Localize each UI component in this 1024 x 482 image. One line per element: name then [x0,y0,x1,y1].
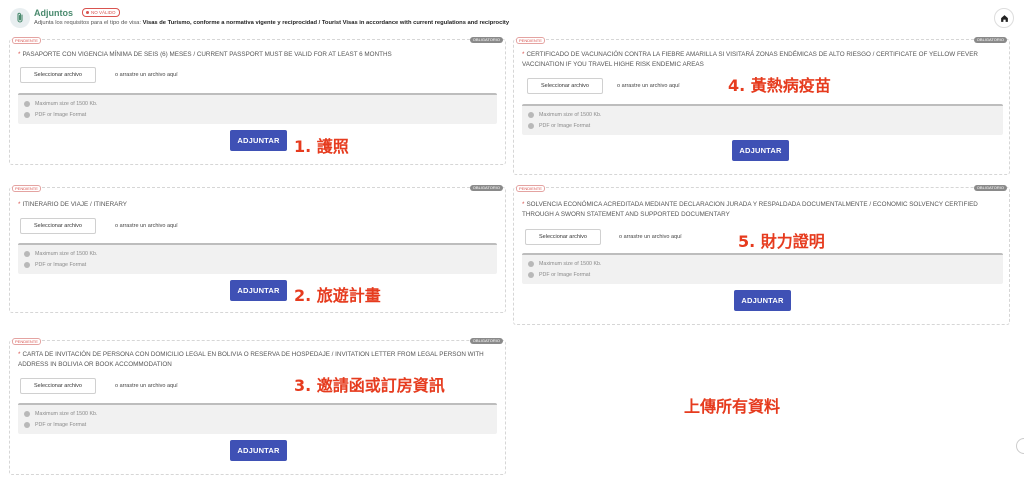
required-badge: OBLIGATORIO [973,37,1007,43]
requirement-card-yellow-fever: PENDIENTE OBLIGATORIO * CERTIFICADO DE VA… [513,37,1010,175]
info-icon [528,261,534,267]
select-file-button[interactable]: Seleccionar archivo [527,78,603,94]
status-badge: NO VÁLIDO [82,8,120,17]
file-info-box: Maximum size of 1500 Kb. PDF or Image Fo… [18,403,497,434]
floating-action-button[interactable] [1016,438,1024,454]
requirement-label: * SOLVENCIA ECONÓMICA ACREDITADA MEDIANTE… [522,201,978,218]
annotation-solvency: 5. 財力證明 [738,232,825,251]
attach-button[interactable]: ADJUNTAR [732,140,789,161]
requirement-label: * PASAPORTE CON VIGENCIA MÍNIMA DE SEIS (… [18,51,392,58]
annotation-itinerary: 2. 旅遊計畫 [294,286,381,305]
select-file-button[interactable]: Seleccionar archivo [20,67,96,83]
attach-button[interactable]: ADJUNTAR [230,440,287,461]
requirement-card-passport: PENDIENTE OBLIGATORIO * PASAPORTE CON VIG… [9,37,506,165]
required-badge: OBLIGATORIO [469,338,503,344]
select-file-button[interactable]: Seleccionar archivo [20,378,96,394]
info-icon [24,422,30,428]
requirement-label: * CERTIFICADO DE VACUNACIÓN CONTRA LA FIE… [522,51,978,68]
drop-zone-text[interactable]: o arrastre un archivo aquí [115,383,178,389]
annotation-yellow-fever: 4. 黃熱病疫苗 [728,76,831,95]
attach-button[interactable]: ADJUNTAR [230,130,287,151]
pending-badge: PENDIENTE [516,185,545,192]
info-icon [24,251,30,257]
file-info-box: Maximum size of 1500 Kb. PDF or Image Fo… [522,104,1003,135]
drop-zone-text[interactable]: o arrastre un archivo aquí [115,72,178,78]
requirement-card-solvency: PENDIENTE OBLIGATORIO * SOLVENCIA ECONÓMI… [513,185,1010,325]
required-badge: OBLIGATORIO [469,37,503,43]
info-icon [24,112,30,118]
pending-badge: PENDIENTE [516,37,545,44]
select-file-button[interactable]: Seleccionar archivo [525,229,601,245]
requirement-label: * CARTA DE INVITACIÓN DE PERSONA CON DOMI… [18,351,484,368]
paperclip-icon [10,8,30,28]
attach-button[interactable]: ADJUNTAR [734,290,791,311]
drop-zone-text[interactable]: o arrastre un archivo aquí [619,234,682,240]
pending-badge: PENDIENTE [12,37,41,44]
info-icon [24,262,30,268]
drop-zone-text[interactable]: o arrastre un archivo aquí [617,83,680,89]
requirement-card-itinerary: PENDIENTE OBLIGATORIO * ITINERARIO DE VIA… [9,185,506,313]
annotation-invitation: 3. 邀請函或訂房資訊 [294,376,445,395]
home-button[interactable] [994,8,1014,28]
required-badge: OBLIGATORIO [973,185,1007,191]
upload-all-note: 上傳所有資料 [684,397,781,416]
file-info-box: Maximum size of 1500 Kb. PDF or Image Fo… [18,93,497,124]
select-file-button[interactable]: Seleccionar archivo [20,218,96,234]
info-icon [528,123,534,129]
status-dot-icon [86,11,89,14]
pending-badge: PENDIENTE [12,185,41,192]
info-icon [24,101,30,107]
attach-button[interactable]: ADJUNTAR [230,280,287,301]
requirement-card-invitation: PENDIENTE OBLIGATORIO * CARTA DE INVITACI… [9,338,506,475]
file-info-box: Maximum size of 1500 Kb. PDF or Image Fo… [522,253,1003,284]
info-icon [24,411,30,417]
info-icon [528,272,534,278]
drop-zone-text[interactable]: o arrastre un archivo aquí [115,223,178,229]
annotation-passport: 1. 護照 [294,137,349,156]
info-icon [528,112,534,118]
page-title: Adjuntos [34,8,73,18]
file-info-box: Maximum size of 1500 Kb. PDF or Image Fo… [18,243,497,274]
attachments-header: Adjuntos NO VÁLIDO Adjunta los requisito… [10,6,1014,32]
home-icon [1000,14,1008,22]
pending-badge: PENDIENTE [12,338,41,345]
requirement-label: * ITINERARIO DE VIAJE / ITINERARY [18,201,127,208]
visa-subtitle: Adjunta los requisitos para el tipo de v… [34,20,510,26]
required-badge: OBLIGATORIO [469,185,503,191]
